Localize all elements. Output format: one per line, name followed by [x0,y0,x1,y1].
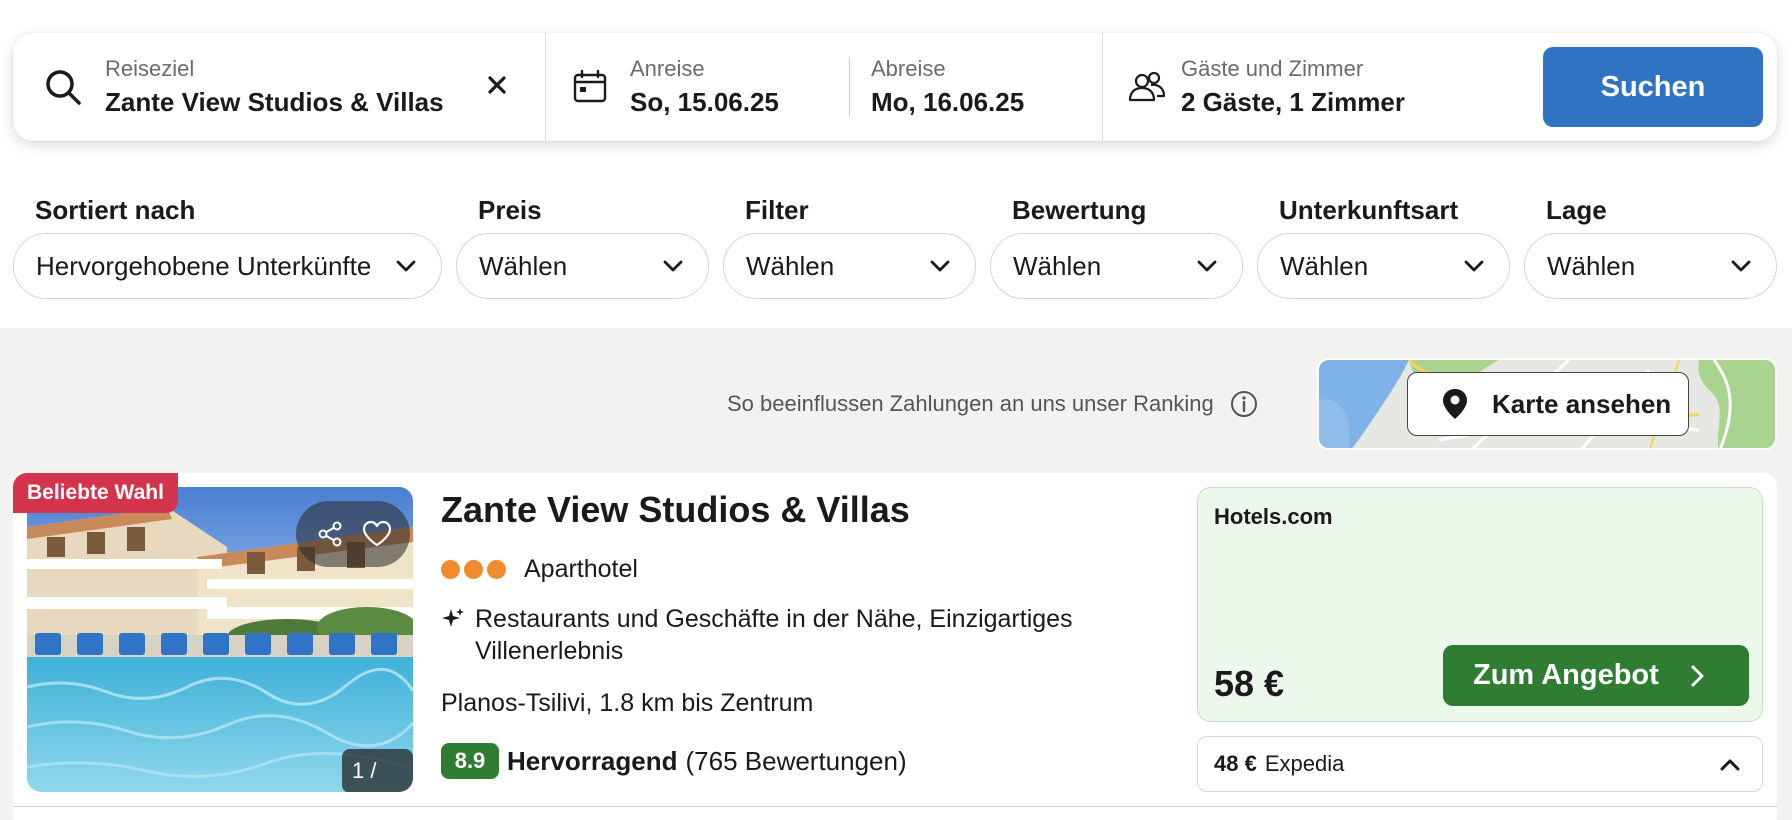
hotel-name[interactable]: Zante View Studios & Villas [441,489,910,531]
deal-button-label: Zum Angebot [1473,659,1659,691]
rating-word: Hervorragend [507,745,678,776]
filter-filter-label: Filter [745,195,809,225]
price-value: Wählen [479,250,568,281]
destination-value[interactable]: Zante View Studios & Villas [105,86,444,118]
ranking-notice-text: So beeinflussen Zahlungen an uns unser R… [727,391,1214,416]
photo-counter: 1 / 36 [342,749,413,792]
view-map-button[interactable]: Karte ansehen [1407,372,1689,436]
hotel-rating[interactable]: 8.9 Hervorragend (765 Bewertungen) [441,743,907,779]
filter-rating: Bewertung Wählen [990,195,1243,299]
rating-score: 8.9 [441,743,499,779]
location-value: Wählen [1547,250,1636,281]
checkin-field[interactable]: Anreise So, 15.06.25 [546,33,849,141]
hotel-features: Restaurants und Geschäfte in der Nähe, E… [441,603,1161,667]
alternative-offer[interactable]: 48 € Expedia [1197,736,1763,792]
chevron-down-icon [930,260,950,272]
price-dropdown[interactable]: Wählen [456,233,709,299]
star-dot-icon [487,560,506,579]
offer-provider: Hotels.com [1214,504,1333,529]
guests-icon [1128,71,1166,102]
chevron-down-icon [663,260,683,272]
guests-value: 2 Gäste, 1 Zimmer [1181,87,1405,117]
filter-property-type: Unterkunftsart Wählen [1257,195,1510,299]
results-area: So beeinflussen Zahlungen an uns unser R… [0,328,1792,820]
search-icon [46,70,81,105]
hotel-location: Planos-Tsilivi, 1.8 km bis Zentrum [441,689,814,717]
filter-filter: Filter Wählen [723,195,976,299]
rating-count: (765 Bewertungen) [685,745,907,776]
filter-property-type-label: Unterkunftsart [1279,195,1459,225]
chevron-down-icon [1731,260,1751,272]
features-text: Restaurants und Geschäfte in der Nähe, E… [475,605,1073,665]
location-dropdown[interactable]: Wählen [1524,233,1777,299]
filter-rating-label: Bewertung [1012,195,1147,225]
star-dot-icon [441,560,460,579]
alt-offer-price: 48 € [1214,751,1257,776]
filter-price-label: Preis [478,195,542,225]
hotel-type: Aparthotel [524,555,638,583]
destination-field[interactable]: Reiseziel Zante View Studios & Villas [13,33,546,141]
filter-dropdown[interactable]: Wählen [723,233,976,299]
guests-label: Gäste und Zimmer [1181,56,1364,81]
card-divider [13,806,1777,807]
photo-actions [296,501,410,567]
filter-sort: Sortiert nach Hervorgehobene Unterkünfte [13,195,442,299]
checkout-label: Abreise [871,56,946,81]
search-bar: Reiseziel Zante View Studios & Villas An… [13,33,1777,141]
checkin-value: So, 15.06.25 [630,87,779,117]
filter-bar: Sortiert nach Hervorgehobene Unterkünfte… [0,195,1792,301]
checkin-label: Anreise [630,56,705,81]
filter-location: Lage Wählen [1524,195,1777,299]
checkout-value: Mo, 16.06.25 [871,87,1025,117]
map-pin-icon [1443,389,1467,419]
deal-button[interactable]: Zum Angebot [1443,645,1749,706]
property-type-value: Wählen [1280,250,1369,281]
hotel-stars: Aparthotel [441,555,638,584]
offer-price: 58 € [1214,663,1285,704]
checkout-field[interactable]: Abreise Mo, 16.06.25 [850,33,1103,141]
chevron-down-icon [396,260,416,272]
sparkle-icon [442,608,464,627]
sort-value: Hervorgehobene Unterkünfte [36,250,372,281]
guests-field[interactable]: Gäste und Zimmer 2 Gäste, 1 Zimmer [1103,33,1541,141]
view-map-label: Karte ansehen [1492,388,1672,419]
chevron-down-icon [1464,260,1484,272]
calendar-icon [573,69,607,103]
map-preview[interactable]: Karte ansehen [1317,358,1777,450]
search-button[interactable]: Suchen [1543,47,1763,127]
ranking-notice[interactable]: So beeinflussen Zahlungen an uns unser R… [727,390,1258,418]
chevron-down-icon [1197,260,1217,272]
filter-price: Preis Wählen [456,195,709,299]
rating-dropdown[interactable]: Wählen [990,233,1243,299]
sort-dropdown[interactable]: Hervorgehobene Unterkünfte [13,233,442,299]
hotel-card[interactable]: 1 / 36 Beliebte Wahl Zante View Studios … [13,473,1777,820]
share-icon[interactable] [314,518,346,550]
info-icon[interactable] [1230,390,1258,418]
chevron-right-icon [1691,665,1704,686]
star-dot-icon [464,560,483,579]
main-offer[interactable]: Hotels.com 58 € Zum Angebot [1197,487,1763,722]
rating-value: Wählen [1013,250,1102,281]
popular-badge: Beliebte Wahl [13,473,178,513]
filter-location-label: Lage [1546,195,1607,225]
filter-value: Wählen [746,250,835,281]
destination-label: Reiseziel [105,56,195,81]
heart-icon[interactable] [361,518,393,550]
close-icon[interactable] [481,69,513,101]
property-type-dropdown[interactable]: Wählen [1257,233,1510,299]
filter-sort-label: Sortiert nach [35,195,196,225]
chevron-up-icon[interactable] [1718,753,1742,777]
alt-offer-provider: Expedia [1264,751,1345,776]
